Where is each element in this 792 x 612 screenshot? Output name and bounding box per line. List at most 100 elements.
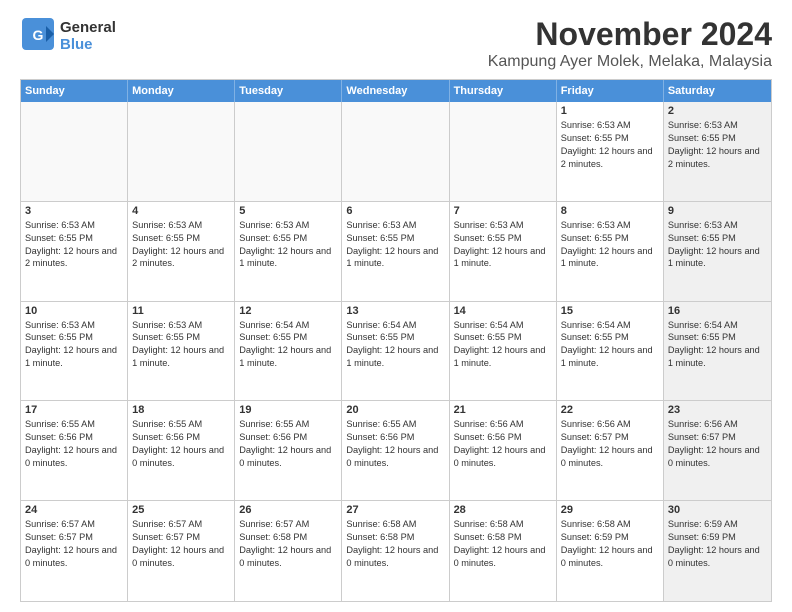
calendar-cell: 22Sunrise: 6:56 AMSunset: 6:57 PMDayligh…	[557, 401, 664, 500]
cell-info-line: Sunset: 6:58 PM	[454, 531, 552, 544]
calendar: SundayMondayTuesdayWednesdayThursdayFrid…	[20, 79, 772, 602]
cell-info-line: Sunrise: 6:55 AM	[346, 418, 444, 431]
cell-info-line: Sunset: 6:58 PM	[239, 531, 337, 544]
cell-info: Sunrise: 6:57 AMSunset: 6:57 PMDaylight:…	[25, 518, 123, 570]
cell-info: Sunrise: 6:58 AMSunset: 6:58 PMDaylight:…	[346, 518, 444, 570]
cell-info: Sunrise: 6:55 AMSunset: 6:56 PMDaylight:…	[132, 418, 230, 470]
cell-info-line: Daylight: 12 hours and 1 minute.	[561, 245, 659, 271]
cell-info-line: Sunset: 6:55 PM	[346, 331, 444, 344]
cell-info-line: Sunset: 6:55 PM	[454, 331, 552, 344]
day-number: 11	[132, 305, 230, 317]
calendar-cell: 3Sunrise: 6:53 AMSunset: 6:55 PMDaylight…	[21, 202, 128, 301]
calendar-week-row: 1Sunrise: 6:53 AMSunset: 6:55 PMDaylight…	[21, 102, 771, 202]
calendar-week-row: 17Sunrise: 6:55 AMSunset: 6:56 PMDayligh…	[21, 401, 771, 501]
cell-info-line: Sunset: 6:55 PM	[668, 232, 767, 245]
cell-info-line: Sunset: 6:55 PM	[454, 232, 552, 245]
cell-info: Sunrise: 6:53 AMSunset: 6:55 PMDaylight:…	[132, 219, 230, 271]
cell-info: Sunrise: 6:55 AMSunset: 6:56 PMDaylight:…	[25, 418, 123, 470]
cell-info-line: Sunrise: 6:53 AM	[668, 219, 767, 232]
calendar-cell: 19Sunrise: 6:55 AMSunset: 6:56 PMDayligh…	[235, 401, 342, 500]
day-number: 27	[346, 504, 444, 516]
calendar-header-cell: Monday	[128, 80, 235, 102]
cell-info-line: Sunrise: 6:54 AM	[454, 319, 552, 332]
cell-info-line: Sunrise: 6:53 AM	[25, 319, 123, 332]
cell-info-line: Sunrise: 6:53 AM	[346, 219, 444, 232]
calendar-cell: 20Sunrise: 6:55 AMSunset: 6:56 PMDayligh…	[342, 401, 449, 500]
cell-info-line: Sunrise: 6:53 AM	[25, 219, 123, 232]
day-number: 28	[454, 504, 552, 516]
calendar-cell: 14Sunrise: 6:54 AMSunset: 6:55 PMDayligh…	[450, 302, 557, 401]
logo-icon: G	[20, 16, 56, 52]
calendar-cell: 29Sunrise: 6:58 AMSunset: 6:59 PMDayligh…	[557, 501, 664, 601]
cell-info-line: Sunset: 6:55 PM	[561, 232, 659, 245]
calendar-cell: 5Sunrise: 6:53 AMSunset: 6:55 PMDaylight…	[235, 202, 342, 301]
cell-info-line: Sunset: 6:56 PM	[346, 431, 444, 444]
cell-info: Sunrise: 6:54 AMSunset: 6:55 PMDaylight:…	[454, 319, 552, 371]
calendar-cell: 4Sunrise: 6:53 AMSunset: 6:55 PMDaylight…	[128, 202, 235, 301]
cell-info-line: Sunrise: 6:53 AM	[561, 219, 659, 232]
cell-info: Sunrise: 6:59 AMSunset: 6:59 PMDaylight:…	[668, 518, 767, 570]
cell-info-line: Daylight: 12 hours and 0 minutes.	[346, 544, 444, 570]
subtitle: Kampung Ayer Molek, Melaka, Malaysia	[488, 53, 772, 71]
cell-info-line: Daylight: 12 hours and 0 minutes.	[25, 444, 123, 470]
main-title: November 2024	[488, 16, 772, 53]
cell-info-line: Sunset: 6:55 PM	[25, 331, 123, 344]
calendar-header: SundayMondayTuesdayWednesdayThursdayFrid…	[21, 80, 771, 102]
calendar-week-row: 10Sunrise: 6:53 AMSunset: 6:55 PMDayligh…	[21, 302, 771, 402]
cell-info-line: Sunrise: 6:53 AM	[239, 219, 337, 232]
cell-info-line: Sunrise: 6:57 AM	[239, 518, 337, 531]
cell-info-line: Daylight: 12 hours and 2 minutes.	[561, 145, 659, 171]
cell-info: Sunrise: 6:53 AMSunset: 6:55 PMDaylight:…	[25, 319, 123, 371]
cell-info: Sunrise: 6:57 AMSunset: 6:57 PMDaylight:…	[132, 518, 230, 570]
cell-info-line: Daylight: 12 hours and 1 minute.	[561, 344, 659, 370]
calendar-cell	[450, 102, 557, 201]
cell-info: Sunrise: 6:56 AMSunset: 6:57 PMDaylight:…	[668, 418, 767, 470]
calendar-cell: 26Sunrise: 6:57 AMSunset: 6:58 PMDayligh…	[235, 501, 342, 601]
cell-info-line: Daylight: 12 hours and 1 minute.	[454, 344, 552, 370]
calendar-header-cell: Wednesday	[342, 80, 449, 102]
cell-info-line: Sunset: 6:56 PM	[25, 431, 123, 444]
calendar-week-row: 3Sunrise: 6:53 AMSunset: 6:55 PMDaylight…	[21, 202, 771, 302]
day-number: 23	[668, 404, 767, 416]
cell-info: Sunrise: 6:53 AMSunset: 6:55 PMDaylight:…	[239, 219, 337, 271]
cell-info-line: Daylight: 12 hours and 2 minutes.	[25, 245, 123, 271]
cell-info-line: Daylight: 12 hours and 1 minute.	[454, 245, 552, 271]
cell-info: Sunrise: 6:53 AMSunset: 6:55 PMDaylight:…	[561, 119, 659, 171]
calendar-header-cell: Sunday	[21, 80, 128, 102]
cell-info-line: Sunset: 6:59 PM	[668, 531, 767, 544]
cell-info-line: Sunrise: 6:56 AM	[561, 418, 659, 431]
day-number: 17	[25, 404, 123, 416]
cell-info-line: Sunset: 6:57 PM	[25, 531, 123, 544]
day-number: 21	[454, 404, 552, 416]
day-number: 18	[132, 404, 230, 416]
cell-info: Sunrise: 6:54 AMSunset: 6:55 PMDaylight:…	[561, 319, 659, 371]
calendar-header-cell: Tuesday	[235, 80, 342, 102]
cell-info-line: Sunset: 6:56 PM	[239, 431, 337, 444]
day-number: 15	[561, 305, 659, 317]
cell-info-line: Daylight: 12 hours and 1 minute.	[132, 344, 230, 370]
cell-info-line: Sunset: 6:55 PM	[239, 331, 337, 344]
calendar-cell: 8Sunrise: 6:53 AMSunset: 6:55 PMDaylight…	[557, 202, 664, 301]
calendar-cell: 21Sunrise: 6:56 AMSunset: 6:56 PMDayligh…	[450, 401, 557, 500]
cell-info-line: Sunrise: 6:55 AM	[132, 418, 230, 431]
cell-info-line: Daylight: 12 hours and 1 minute.	[25, 344, 123, 370]
cell-info-line: Daylight: 12 hours and 0 minutes.	[25, 544, 123, 570]
cell-info-line: Sunrise: 6:59 AM	[668, 518, 767, 531]
cell-info-line: Sunset: 6:56 PM	[454, 431, 552, 444]
cell-info-line: Daylight: 12 hours and 1 minute.	[239, 245, 337, 271]
day-number: 29	[561, 504, 659, 516]
cell-info-line: Daylight: 12 hours and 0 minutes.	[561, 444, 659, 470]
calendar-cell: 9Sunrise: 6:53 AMSunset: 6:55 PMDaylight…	[664, 202, 771, 301]
day-number: 24	[25, 504, 123, 516]
cell-info-line: Sunrise: 6:56 AM	[454, 418, 552, 431]
calendar-header-cell: Saturday	[664, 80, 771, 102]
cell-info: Sunrise: 6:53 AMSunset: 6:55 PMDaylight:…	[454, 219, 552, 271]
day-number: 6	[346, 205, 444, 217]
cell-info: Sunrise: 6:53 AMSunset: 6:55 PMDaylight:…	[25, 219, 123, 271]
calendar-cell: 11Sunrise: 6:53 AMSunset: 6:55 PMDayligh…	[128, 302, 235, 401]
cell-info-line: Sunrise: 6:58 AM	[561, 518, 659, 531]
calendar-cell: 15 Sunrise: 6:54 AMSunset: 6:55 PMDayligh…	[557, 302, 664, 401]
calendar-cell: 28Sunrise: 6:58 AMSunset: 6:58 PMDayligh…	[450, 501, 557, 601]
cell-info-line: Daylight: 12 hours and 0 minutes.	[454, 544, 552, 570]
logo: G General Blue	[20, 16, 116, 57]
